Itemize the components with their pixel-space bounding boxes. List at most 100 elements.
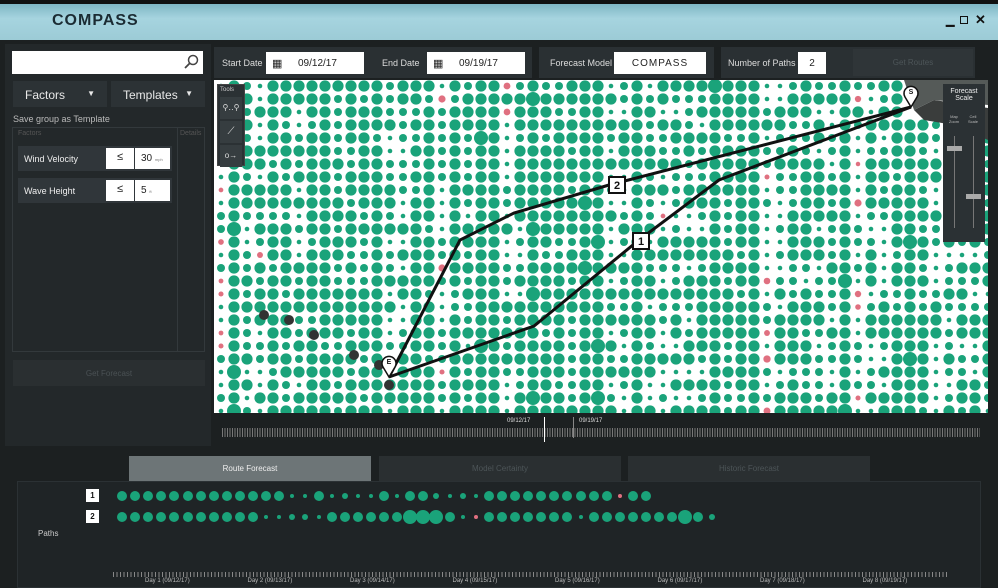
forecast-cell[interactable] xyxy=(930,171,942,183)
forecast-cell[interactable] xyxy=(516,381,524,389)
forecast-cell[interactable] xyxy=(438,134,446,142)
forecast-cell[interactable] xyxy=(621,200,627,206)
forecast-cell[interactable] xyxy=(267,171,279,183)
forecast-cell[interactable] xyxy=(763,316,771,324)
forecast-cell[interactable] xyxy=(243,316,251,324)
forecast-cell[interactable] xyxy=(777,96,783,102)
forecast-cell[interactable] xyxy=(776,225,784,233)
path-forecast-dot[interactable] xyxy=(248,512,258,522)
forecast-cell[interactable] xyxy=(659,394,667,402)
forecast-cell[interactable] xyxy=(800,184,812,196)
forecast-cell[interactable] xyxy=(438,173,446,181)
forecast-cell[interactable] xyxy=(579,301,591,313)
forecast-cell[interactable] xyxy=(399,186,407,194)
forecast-cell[interactable] xyxy=(527,379,539,391)
forecast-cell[interactable] xyxy=(670,119,682,131)
forecast-cell[interactable] xyxy=(243,173,251,181)
forecast-cell[interactable] xyxy=(839,106,851,118)
forecast-cell[interactable] xyxy=(371,275,383,287)
forecast-cell[interactable] xyxy=(868,96,874,102)
path-forecast-dot[interactable] xyxy=(641,512,651,522)
forecast-cell[interactable] xyxy=(319,158,331,170)
forecast-cell[interactable] xyxy=(748,210,760,222)
forecast-cell[interactable] xyxy=(787,249,799,261)
forecast-cell[interactable] xyxy=(542,251,550,259)
forecast-cell[interactable] xyxy=(514,119,526,131)
forecast-cell[interactable] xyxy=(620,303,628,311)
forecast-model-select[interactable]: COMPASS xyxy=(614,52,706,74)
forecast-cell[interactable] xyxy=(540,158,552,170)
forecast-cell[interactable] xyxy=(579,249,591,261)
forecast-cell[interactable] xyxy=(631,379,643,391)
forecast-cell[interactable] xyxy=(855,408,861,413)
forecast-cell[interactable] xyxy=(673,109,679,115)
forecast-cell[interactable] xyxy=(659,264,667,272)
forecast-cell[interactable] xyxy=(332,210,344,222)
forecast-cell[interactable] xyxy=(644,106,656,118)
forecast-cell[interactable] xyxy=(855,148,861,154)
forecast-cell[interactable] xyxy=(631,106,643,118)
forecast-cell[interactable] xyxy=(735,353,747,365)
path-forecast-dot[interactable] xyxy=(329,494,334,498)
forecast-cell[interactable] xyxy=(982,314,988,326)
forecast-cell[interactable] xyxy=(945,329,953,337)
forecast-cell[interactable] xyxy=(267,379,279,391)
path-forecast-dot[interactable] xyxy=(627,491,638,501)
forecast-cell[interactable] xyxy=(399,134,407,142)
forecast-cell[interactable] xyxy=(218,200,224,206)
forecast-cell[interactable] xyxy=(566,210,578,222)
forecast-cell[interactable] xyxy=(855,174,861,180)
forecast-cell[interactable] xyxy=(709,223,721,235)
forecast-cell[interactable] xyxy=(568,355,576,363)
forecast-cell[interactable] xyxy=(371,379,383,391)
forecast-cell[interactable] xyxy=(475,197,487,209)
forecast-cell[interactable] xyxy=(592,119,604,131)
forecast-cell[interactable] xyxy=(620,277,628,285)
forecast-cell[interactable] xyxy=(358,145,370,157)
forecast-cell[interactable] xyxy=(867,147,875,155)
forecast-cell[interactable] xyxy=(621,408,627,413)
forecast-cell[interactable] xyxy=(514,340,526,352)
forecast-cell[interactable] xyxy=(748,392,760,404)
forecast-cell[interactable] xyxy=(400,200,406,206)
forecast-cell[interactable] xyxy=(228,262,240,274)
forecast-cell[interactable] xyxy=(293,93,305,105)
forecast-cell[interactable] xyxy=(763,303,771,311)
forecast-cell[interactable] xyxy=(514,301,526,313)
forecast-cell[interactable] xyxy=(306,223,318,235)
forecast-cell[interactable] xyxy=(605,314,617,326)
forecast-cell[interactable] xyxy=(724,238,732,246)
forecast-cell[interactable] xyxy=(813,93,825,105)
forecast-cell[interactable] xyxy=(933,343,939,349)
forecast-cell[interactable] xyxy=(709,262,721,274)
forecast-cell[interactable] xyxy=(972,343,978,349)
forecast-cell[interactable] xyxy=(828,225,836,233)
forecast-cell[interactable] xyxy=(826,184,838,196)
forecast-cell[interactable] xyxy=(410,236,422,248)
forecast-cell[interactable] xyxy=(956,327,968,339)
forecast-cell[interactable] xyxy=(540,275,552,287)
forecast-cell[interactable] xyxy=(488,327,500,339)
forecast-cell[interactable] xyxy=(829,109,835,115)
path-forecast-dot[interactable] xyxy=(355,494,360,498)
forecast-cell[interactable] xyxy=(449,158,461,170)
forecast-cell[interactable] xyxy=(345,392,357,404)
cell-scale-slider[interactable] xyxy=(973,136,974,228)
forecast-cell[interactable] xyxy=(267,405,279,413)
forecast-cell[interactable] xyxy=(867,381,875,389)
forecast-cell[interactable] xyxy=(631,119,643,131)
forecast-cell[interactable] xyxy=(501,223,513,235)
forecast-cell[interactable] xyxy=(218,239,224,245)
forecast-cell[interactable] xyxy=(787,210,799,222)
forecast-cell[interactable] xyxy=(618,288,630,300)
forecast-cell[interactable] xyxy=(984,251,988,259)
forecast-cell[interactable] xyxy=(386,95,394,103)
forecast-cell[interactable] xyxy=(735,236,747,248)
forecast-cell[interactable] xyxy=(982,340,988,352)
forecast-cell[interactable] xyxy=(722,301,734,313)
forecast-cell[interactable] xyxy=(449,275,461,287)
forecast-cell[interactable] xyxy=(397,288,409,300)
forecast-cell[interactable] xyxy=(748,132,760,144)
forecast-cell[interactable] xyxy=(673,369,679,375)
forecast-cell[interactable] xyxy=(306,275,318,287)
